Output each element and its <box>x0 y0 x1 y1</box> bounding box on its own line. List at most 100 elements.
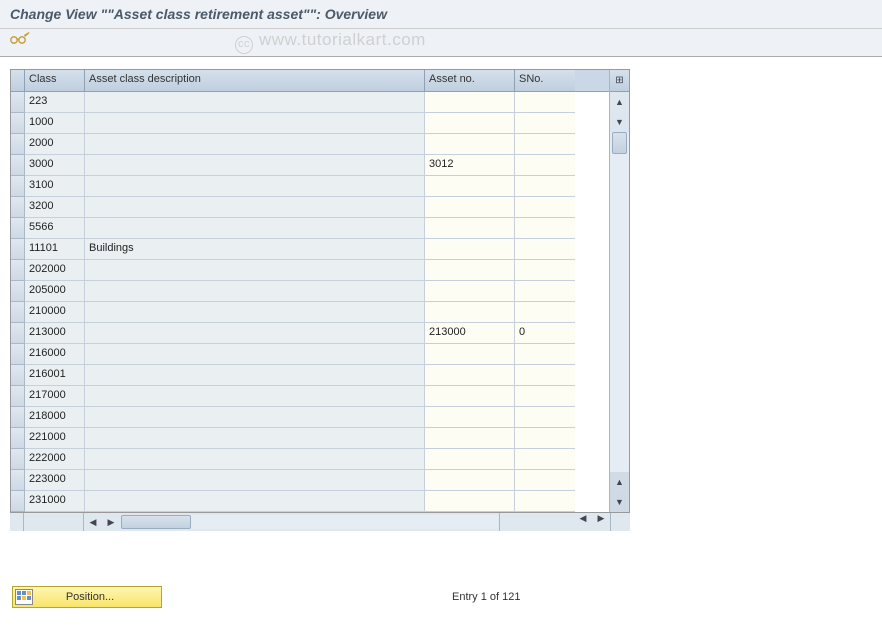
cell-asset[interactable] <box>425 365 515 386</box>
cell-sno[interactable] <box>515 176 575 197</box>
cell-sno[interactable] <box>515 281 575 302</box>
row-selector[interactable] <box>11 239 25 260</box>
cell-desc[interactable] <box>85 470 425 491</box>
cell-class[interactable]: 5566 <box>25 218 85 239</box>
cell-desc[interactable] <box>85 92 425 113</box>
cell-class[interactable]: 218000 <box>25 407 85 428</box>
cell-sno[interactable]: 0 <box>515 323 575 344</box>
cell-asset[interactable] <box>425 407 515 428</box>
row-selector[interactable] <box>11 260 25 281</box>
cell-class[interactable]: 222000 <box>25 449 85 470</box>
vertical-scrollbar[interactable]: ⊞ ▲ ▼ ▲ ▼ <box>609 70 629 512</box>
hscroll-thumb[interactable] <box>121 515 191 529</box>
cell-sno[interactable] <box>515 386 575 407</box>
horizontal-scrollbar[interactable]: ◀ ▶ ◀ ▶ <box>10 513 630 531</box>
cell-desc[interactable] <box>85 449 425 470</box>
cell-sno[interactable] <box>515 344 575 365</box>
cell-class[interactable]: 217000 <box>25 386 85 407</box>
table-row[interactable]: 216000 <box>11 344 609 365</box>
cell-desc[interactable] <box>85 407 425 428</box>
scroll-right-icon[interactable]: ▶ <box>102 517 120 528</box>
cell-class[interactable]: 231000 <box>25 491 85 512</box>
cell-sno[interactable] <box>515 113 575 134</box>
cell-class[interactable]: 216000 <box>25 344 85 365</box>
cell-sno[interactable] <box>515 428 575 449</box>
row-selector[interactable] <box>11 302 25 323</box>
table-row[interactable]: 2000 <box>11 134 609 155</box>
row-selector[interactable] <box>11 365 25 386</box>
vscroll-track[interactable] <box>610 132 629 472</box>
cell-class[interactable]: 205000 <box>25 281 85 302</box>
scroll-down-icon[interactable]: ▼ <box>610 112 629 132</box>
row-selector[interactable] <box>11 281 25 302</box>
table-row[interactable]: 11101Buildings <box>11 239 609 260</box>
row-selector[interactable] <box>11 197 25 218</box>
row-selector[interactable] <box>11 386 25 407</box>
cell-class[interactable]: 221000 <box>25 428 85 449</box>
cell-desc[interactable] <box>85 302 425 323</box>
table-row[interactable]: 202000 <box>11 260 609 281</box>
scroll-up2-icon[interactable]: ▲ <box>610 472 629 492</box>
table-row[interactable]: 3200 <box>11 197 609 218</box>
table-row[interactable]: 223000 <box>11 470 609 491</box>
cell-asset[interactable] <box>425 197 515 218</box>
table-row[interactable]: 216001 <box>11 365 609 386</box>
row-selector[interactable] <box>11 113 25 134</box>
table-row[interactable]: 221000 <box>11 428 609 449</box>
row-selector[interactable] <box>11 407 25 428</box>
cell-sno[interactable] <box>515 239 575 260</box>
glasses-pencil-icon[interactable] <box>10 32 30 50</box>
cell-desc[interactable] <box>85 155 425 176</box>
cell-desc[interactable] <box>85 134 425 155</box>
cell-desc[interactable] <box>85 113 425 134</box>
row-selector[interactable] <box>11 428 25 449</box>
table-row[interactable]: 2130002130000 <box>11 323 609 344</box>
cell-sno[interactable] <box>515 302 575 323</box>
cell-class[interactable]: 11101 <box>25 239 85 260</box>
row-selector[interactable] <box>11 218 25 239</box>
cell-desc[interactable] <box>85 281 425 302</box>
row-selector[interactable] <box>11 176 25 197</box>
row-selector[interactable] <box>11 470 25 491</box>
table-row[interactable]: 5566 <box>11 218 609 239</box>
cell-class[interactable]: 2000 <box>25 134 85 155</box>
row-selector[interactable] <box>11 344 25 365</box>
cell-sno[interactable] <box>515 407 575 428</box>
position-button[interactable]: Position... <box>12 586 162 608</box>
row-selector[interactable] <box>11 491 25 512</box>
cell-class[interactable]: 3200 <box>25 197 85 218</box>
cell-asset[interactable] <box>425 302 515 323</box>
row-selector[interactable] <box>11 92 25 113</box>
cell-sno[interactable] <box>515 449 575 470</box>
col-header-asset[interactable]: Asset no. <box>425 70 515 91</box>
cell-asset[interactable] <box>425 260 515 281</box>
table-row[interactable]: 222000 <box>11 449 609 470</box>
table-config-button[interactable]: ⊞ <box>610 70 629 92</box>
cell-sno[interactable] <box>515 218 575 239</box>
cell-sno[interactable] <box>515 92 575 113</box>
cell-sno[interactable] <box>515 155 575 176</box>
cell-desc[interactable] <box>85 323 425 344</box>
cell-sno[interactable] <box>515 470 575 491</box>
cell-desc[interactable] <box>85 344 425 365</box>
cell-desc[interactable] <box>85 176 425 197</box>
cell-asset[interactable] <box>425 113 515 134</box>
table-row[interactable]: 30003012 <box>11 155 609 176</box>
cell-asset[interactable] <box>425 281 515 302</box>
cell-class[interactable]: 223 <box>25 92 85 113</box>
cell-asset[interactable] <box>425 176 515 197</box>
cell-sno[interactable] <box>515 491 575 512</box>
table-row[interactable]: 217000 <box>11 386 609 407</box>
cell-desc[interactable] <box>85 428 425 449</box>
cell-class[interactable]: 1000 <box>25 113 85 134</box>
table-row[interactable]: 205000 <box>11 281 609 302</box>
table-row[interactable]: 218000 <box>11 407 609 428</box>
row-selector-header[interactable] <box>11 70 25 91</box>
cell-class[interactable]: 3100 <box>25 176 85 197</box>
scroll-down2-icon[interactable]: ▼ <box>610 492 629 512</box>
cell-desc[interactable]: Buildings <box>85 239 425 260</box>
table-row[interactable]: 210000 <box>11 302 609 323</box>
cell-desc[interactable] <box>85 386 425 407</box>
cell-asset[interactable]: 3012 <box>425 155 515 176</box>
scroll-left2-icon[interactable]: ◀ <box>574 513 592 531</box>
